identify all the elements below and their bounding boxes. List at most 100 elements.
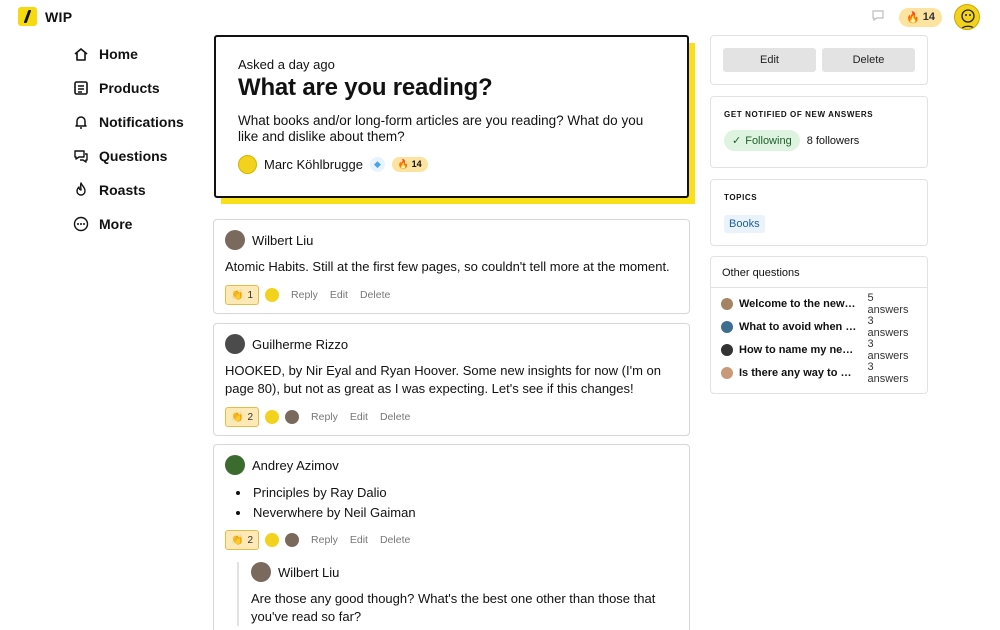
clap-icon: 👏 (231, 289, 244, 301)
streak-count: 14 (922, 11, 935, 23)
other-question-title: How to name my new ... (739, 343, 858, 356)
chat-icon[interactable] (869, 10, 887, 24)
answer-card: Guilherme Rizzo HOOKED, by Nir Eyal and … (213, 323, 690, 436)
answer-author[interactable]: Andrey Azimov (252, 458, 339, 473)
following-button[interactable]: ✓ Following (724, 130, 800, 151)
topics-box: TOPICS Books (710, 179, 928, 246)
other-question-item[interactable]: Is there any way to po... 3 answers (721, 360, 917, 385)
answer-count: 3 answers (867, 337, 909, 362)
home-icon (73, 46, 89, 62)
answer-card: Andrey Azimov Principles by Ray Dalio Ne… (213, 444, 690, 630)
answer-count: 3 answers (867, 314, 909, 339)
avatar[interactable] (265, 410, 280, 424)
nav-label: Roasts (99, 182, 146, 198)
answer-author[interactable]: Wilbert Liu (252, 233, 313, 248)
answer-list: Principles by Ray Dalio Neverwhere by Ne… (251, 483, 678, 523)
asked-time: Asked a day ago (238, 57, 335, 72)
other-question-title: Welcome to the new f... (739, 297, 858, 310)
answer-card: Wilbert Liu Atomic Habits. Still at the … (213, 219, 690, 314)
answer-text: HOOKED, by Nir Eyal and Ryan Hoover. Som… (225, 363, 661, 396)
nav-label: Home (99, 46, 138, 62)
list-item: Principles by Ray Dalio (251, 483, 678, 503)
answer-text: Atomic Habits. Still at the first few pa… (225, 259, 670, 274)
avatar[interactable] (265, 533, 280, 547)
bell-icon (73, 114, 89, 130)
reply-link[interactable]: Reply (311, 411, 338, 423)
nav-item-notifications[interactable]: Notifications (73, 105, 184, 139)
clap-count: 2 (247, 411, 254, 423)
edit-link[interactable]: Edit (350, 534, 368, 546)
edit-button[interactable]: Edit (723, 48, 816, 72)
check-icon: ✓ (732, 135, 742, 147)
nav-item-questions[interactable]: Questions (73, 139, 184, 173)
other-question-item[interactable]: How to name my new ... 3 answers (721, 337, 917, 362)
nav-item-roasts[interactable]: Roasts (73, 173, 184, 207)
other-questions-box: Other questions Welcome to the new f... … (710, 256, 928, 394)
following-label: Following (745, 134, 792, 147)
header-actions: 🔥 14 (869, 4, 980, 30)
author-name[interactable]: Marc Köhlbrugge (264, 157, 363, 172)
question-title: What are you reading? (238, 74, 493, 101)
user-avatar[interactable] (954, 4, 980, 30)
notify-heading: GET NOTIFIED OF NEW ANSWERS (724, 110, 874, 119)
reply-link[interactable]: Reply (311, 534, 338, 546)
avatar[interactable] (225, 334, 245, 354)
sidebar-nav: Home Products Notifications Questions Ro… (73, 37, 184, 241)
nav-item-home[interactable]: Home (73, 37, 184, 71)
avatar[interactable] (238, 155, 257, 174)
flame-icon: 🔥 (906, 11, 920, 24)
wip-logo-icon (18, 7, 37, 26)
clap-button[interactable]: 👏 1 (225, 285, 260, 305)
clap-icon: 👏 (231, 411, 244, 423)
clap-icon: 👏 (231, 534, 244, 546)
nav-label: Notifications (99, 114, 184, 130)
reply-text: Are those any good though? What's the be… (251, 591, 656, 624)
brand[interactable]: WIP (18, 7, 72, 26)
nav-item-products[interactable]: Products (73, 71, 184, 105)
edit-link[interactable]: Edit (330, 289, 348, 301)
avatar[interactable] (285, 533, 300, 547)
topic-tag[interactable]: Books (724, 215, 765, 233)
clap-count: 1 (247, 289, 254, 301)
more-icon (73, 216, 89, 232)
nav-label: Questions (99, 148, 168, 164)
nested-reply: Wilbert Liu Are those any good though? W… (237, 562, 678, 626)
other-question-item[interactable]: Welcome to the new f... 5 answers (721, 291, 917, 316)
streak-badge: 🔥 14 (391, 157, 428, 172)
avatar[interactable] (285, 410, 300, 424)
followers-count: 8 followers (806, 134, 860, 147)
avatar[interactable] (251, 562, 271, 582)
answer-count: 3 answers (867, 360, 909, 385)
delete-link[interactable]: Delete (360, 289, 390, 301)
streak-badge[interactable]: 🔥 14 (899, 7, 942, 27)
other-question-title: Is there any way to po... (739, 366, 858, 379)
edit-link[interactable]: Edit (350, 411, 368, 423)
clap-count: 2 (247, 534, 254, 546)
other-questions-heading: Other questions (711, 257, 927, 288)
products-icon (73, 80, 89, 96)
nav-label: More (99, 216, 133, 232)
avatar[interactable] (225, 455, 245, 475)
avatar[interactable] (265, 288, 280, 302)
diamond-icon: ◆ (370, 157, 385, 172)
clap-button[interactable]: 👏 2 (225, 530, 260, 550)
question-author: Marc Köhlbrugge ◆ 🔥 14 (238, 155, 665, 174)
delete-button[interactable]: Delete (822, 48, 915, 72)
delete-link[interactable]: Delete (380, 534, 410, 546)
question-card: Asked a day ago What are you reading? Wh… (214, 35, 689, 198)
reply-author[interactable]: Wilbert Liu (278, 565, 339, 580)
reply-link[interactable]: Reply (291, 289, 318, 301)
flame-icon (73, 182, 89, 198)
nav-item-more[interactable]: More (73, 207, 184, 241)
answer-count: 5 answers (867, 291, 909, 316)
question-body: What books and/or long-form articles are… (238, 113, 644, 144)
clap-button[interactable]: 👏 2 (225, 407, 260, 427)
avatar (721, 297, 733, 310)
other-question-item[interactable]: What to avoid when b... 3 answers (721, 314, 917, 339)
other-question-title: What to avoid when b... (739, 320, 858, 333)
answer-author[interactable]: Guilherme Rizzo (252, 337, 348, 352)
avatar (721, 320, 733, 333)
avatar[interactable] (225, 230, 245, 250)
delete-link[interactable]: Delete (380, 411, 410, 423)
brand-name: WIP (45, 8, 73, 25)
